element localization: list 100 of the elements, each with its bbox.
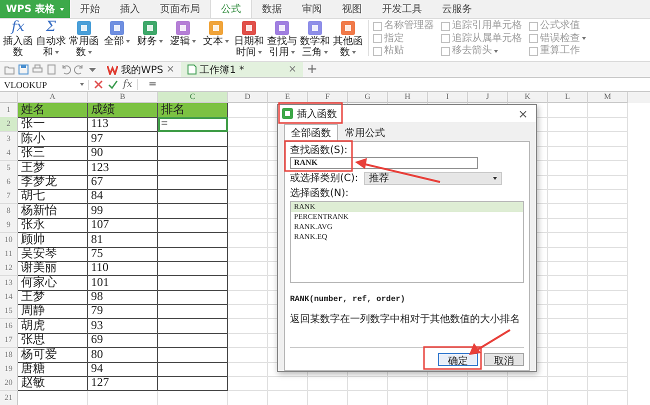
category-dropdown[interactable]: 推荐 [364,172,502,185]
column-header[interactable]: M [588,92,628,103]
row-number[interactable]: 11 [0,246,18,262]
save-icon[interactable] [18,64,29,75]
table-cell: 排名 [158,103,228,118]
close-button[interactable]: × [518,106,532,120]
row-number[interactable]: 19 [0,362,18,378]
search-field[interactable]: RANK [290,157,478,169]
column-header[interactable]: J [468,92,508,103]
table-cell: 何家心 [18,276,88,291]
column-header[interactable]: L [548,92,588,103]
column-header[interactable]: F [308,92,348,103]
row-number[interactable]: 15 [0,304,18,320]
ribbon-button[interactable]: 逻辑 [167,20,199,47]
close-tab-button[interactable]: × [288,64,297,75]
table-cell: 吴安琴 [18,246,88,262]
table-cell: 93 [88,318,158,334]
table-cell: 107 [88,218,158,234]
close-tab-button[interactable]: × [166,64,175,75]
app-menu-button[interactable]: WPS 表格 [0,0,70,18]
ribbon-button[interactable]: 财务 [134,20,166,47]
ribbon-button[interactable]: 其他函数 [332,20,364,58]
row-number[interactable]: 14 [0,290,18,306]
column-header[interactable]: H [388,92,428,103]
function-symbol: Σ [46,20,56,35]
print-icon[interactable] [32,64,43,75]
name-box[interactable]: VLOOKUP [0,80,89,90]
row-number[interactable]: 2 [0,117,18,132]
menu-tab[interactable]: 公式 [210,0,252,18]
table-cell: 81 [88,232,158,248]
menu-tab[interactable]: 数据 [252,0,292,18]
function-symbol: fx [11,20,25,35]
row-number[interactable]: 18 [0,348,18,363]
ribbon-button[interactable]: 文本 [200,20,232,47]
row-number[interactable]: 7 [0,189,18,204]
row-number[interactable]: 16 [0,318,18,334]
row-number[interactable]: 12 [0,261,18,276]
column-header[interactable]: I [428,92,468,103]
column-header[interactable]: G [348,92,388,103]
cancel-icon[interactable] [94,80,103,89]
menu-tab[interactable]: 开发工具 [372,0,432,18]
insert-function-button[interactable]: fx [123,79,132,90]
row-number[interactable]: 3 [0,132,18,147]
document-tab[interactable]: 我的WPS × [101,62,181,77]
row-number[interactable]: 17 [0,333,18,348]
column-header[interactable]: K [508,92,548,103]
dialog-tab[interactable]: 全部函数 [284,124,338,141]
column-header[interactable]: C [158,92,228,103]
menu-tab[interactable]: 视图 [332,0,372,18]
table-cell: = [158,117,228,132]
table-cell: 陈小 [18,132,88,147]
table-cell: 王梦 [18,160,88,176]
row-number[interactable]: 1 [0,103,18,118]
row-number[interactable]: 4 [0,146,18,162]
table-cell: 94 [88,362,158,378]
ribbon-button[interactable]: 数学和三角 [299,20,331,58]
table-cell: 80 [88,348,158,363]
column-header[interactable]: D [228,92,268,103]
row-number[interactable]: 20 [0,376,18,392]
menu-tab[interactable]: 审阅 [292,0,332,18]
column-header[interactable]: E [268,92,308,103]
table-cell: 顾帅 [18,232,88,248]
row-number[interactable]: 5 [0,160,18,176]
ribbon-button[interactable]: 日期和时间 [233,20,265,58]
menu-tab[interactable]: 云服务 [432,0,482,18]
table-cell: 胡虎 [18,318,88,334]
table-cell: 113 [88,117,158,132]
highlight-frame [423,346,482,370]
document-tab[interactable]: 工作簿1 * × [180,62,303,77]
check-icon[interactable] [108,80,118,89]
row-number[interactable]: 9 [0,218,18,234]
table-cell: 杨可爱 [18,348,88,363]
dialog-button[interactable]: 确定 [438,353,478,366]
ribbon-button[interactable]: 查找与引用 [266,20,298,58]
redo-icon[interactable] [74,64,85,75]
menu-tab[interactable]: 开始 [70,0,110,18]
open-folder-icon[interactable] [4,64,15,75]
formula-input[interactable]: = [137,79,650,90]
dialog-button[interactable]: 取消 [484,353,524,366]
undo-icon[interactable] [60,64,71,75]
print-preview-icon[interactable] [46,64,57,75]
new-tab-button[interactable]: + [302,63,322,76]
row-number[interactable]: 8 [0,204,18,219]
menu-tab[interactable]: 页面布局 [150,0,210,18]
table-cell: 张永 [18,218,88,234]
dialog-tab[interactable]: 常用公式 [338,124,392,141]
menu-tab[interactable]: 插入 [110,0,150,18]
row-number[interactable]: 21 [0,390,18,405]
ribbon-button[interactable]: 全部 [101,20,133,47]
table-cell: 李梦龙 [18,174,88,190]
row-number[interactable]: 10 [0,232,18,248]
table-cell: 98 [88,290,158,306]
row-number[interactable]: 13 [0,276,18,291]
ribbon-button[interactable]: 常用函数 [68,20,100,58]
function-description: 返回某数字在一列数字中相对于其他数值的大小排名 [290,312,521,326]
row-number[interactable]: 6 [0,174,18,190]
table-cell: 127 [88,376,158,392]
ribbon-button[interactable]: fx 插入函数 [2,20,34,58]
table-cell: 胡七 [18,189,88,204]
ribbon-button[interactable]: Σ 自动求和 [35,20,67,58]
